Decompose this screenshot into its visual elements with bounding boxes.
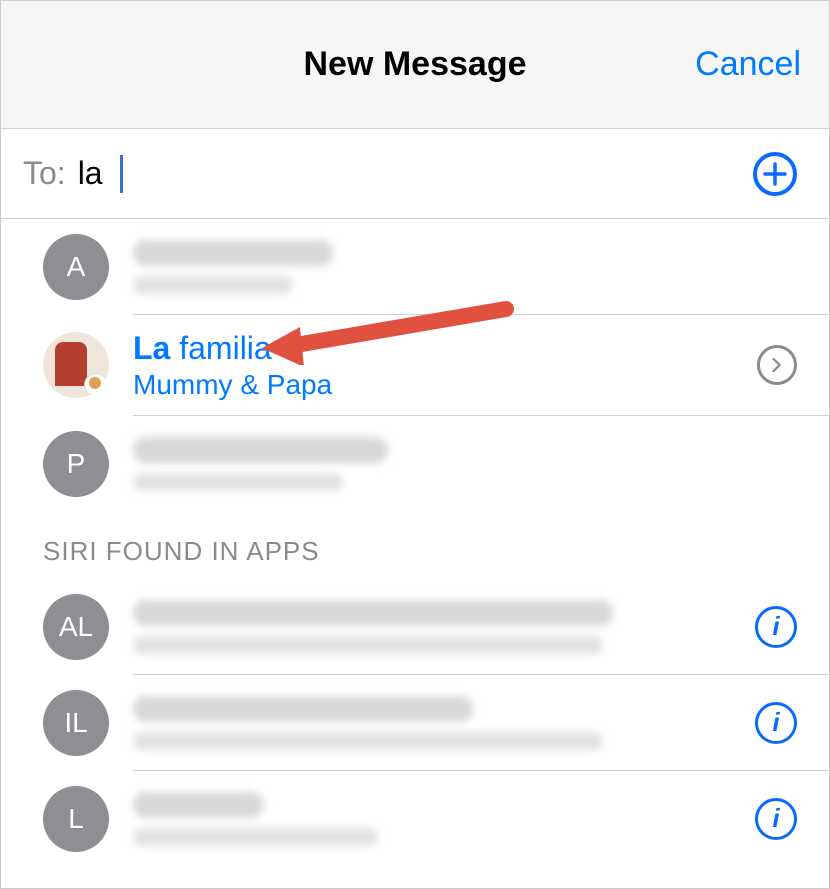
info-icon: i [772, 803, 779, 834]
blurred-detail [133, 473, 343, 491]
contact-suggestion-row-highlighted[interactable]: La familia Mummy & Papa [1, 315, 829, 416]
contact-text [133, 236, 807, 298]
add-contact-button[interactable] [753, 152, 797, 196]
blurred-name [133, 437, 388, 463]
blurred-name [133, 792, 263, 818]
blurred-detail [133, 828, 378, 846]
contact-text [133, 788, 755, 850]
avatar-image [43, 332, 109, 398]
avatar: P [43, 431, 109, 497]
blurred-detail [133, 636, 603, 654]
contact-text: La familia Mummy & Papa [133, 330, 757, 401]
blurred-detail [133, 732, 603, 750]
contact-name: La familia [133, 330, 757, 367]
disclosure-button[interactable] [757, 345, 797, 385]
avatar: IL [43, 690, 109, 756]
blurred-name [133, 600, 613, 626]
to-input[interactable]: la [78, 155, 118, 192]
info-button[interactable]: i [755, 798, 797, 840]
siri-suggestions-list: AL i IL i L i [1, 579, 829, 867]
info-button[interactable]: i [755, 606, 797, 648]
siri-suggestion-row[interactable]: IL i [1, 675, 829, 771]
page-title: New Message [304, 45, 527, 84]
contact-suggestion-row[interactable]: A [1, 219, 829, 315]
text-cursor [120, 155, 123, 193]
contact-subtitle: Mummy & Papa [133, 369, 757, 401]
contact-text [133, 433, 807, 495]
contact-text [133, 596, 755, 658]
cancel-button[interactable]: Cancel [695, 45, 801, 84]
to-input-wrap: la [78, 155, 753, 193]
modal-header: New Message Cancel [1, 1, 829, 129]
avatar: AL [43, 594, 109, 660]
to-label: To: [23, 155, 66, 192]
avatar: A [43, 234, 109, 300]
contact-suggestions-list: A La familia Mummy & Papa [1, 219, 829, 512]
info-icon: i [772, 611, 779, 642]
info-icon: i [772, 707, 779, 738]
chevron-right-icon [770, 358, 784, 372]
blurred-detail [133, 276, 293, 294]
siri-section-header: SIRI FOUND IN APPS [1, 512, 829, 579]
blurred-name [133, 240, 333, 266]
blurred-name [133, 696, 473, 722]
to-field-row[interactable]: To: la [1, 129, 829, 219]
siri-suggestion-row[interactable]: AL i [1, 579, 829, 675]
avatar: L [43, 786, 109, 852]
contact-text [133, 692, 755, 754]
info-button[interactable]: i [755, 702, 797, 744]
plus-icon [763, 162, 787, 186]
siri-suggestion-row[interactable]: L i [1, 771, 829, 867]
contact-suggestion-row[interactable]: P [1, 416, 829, 512]
